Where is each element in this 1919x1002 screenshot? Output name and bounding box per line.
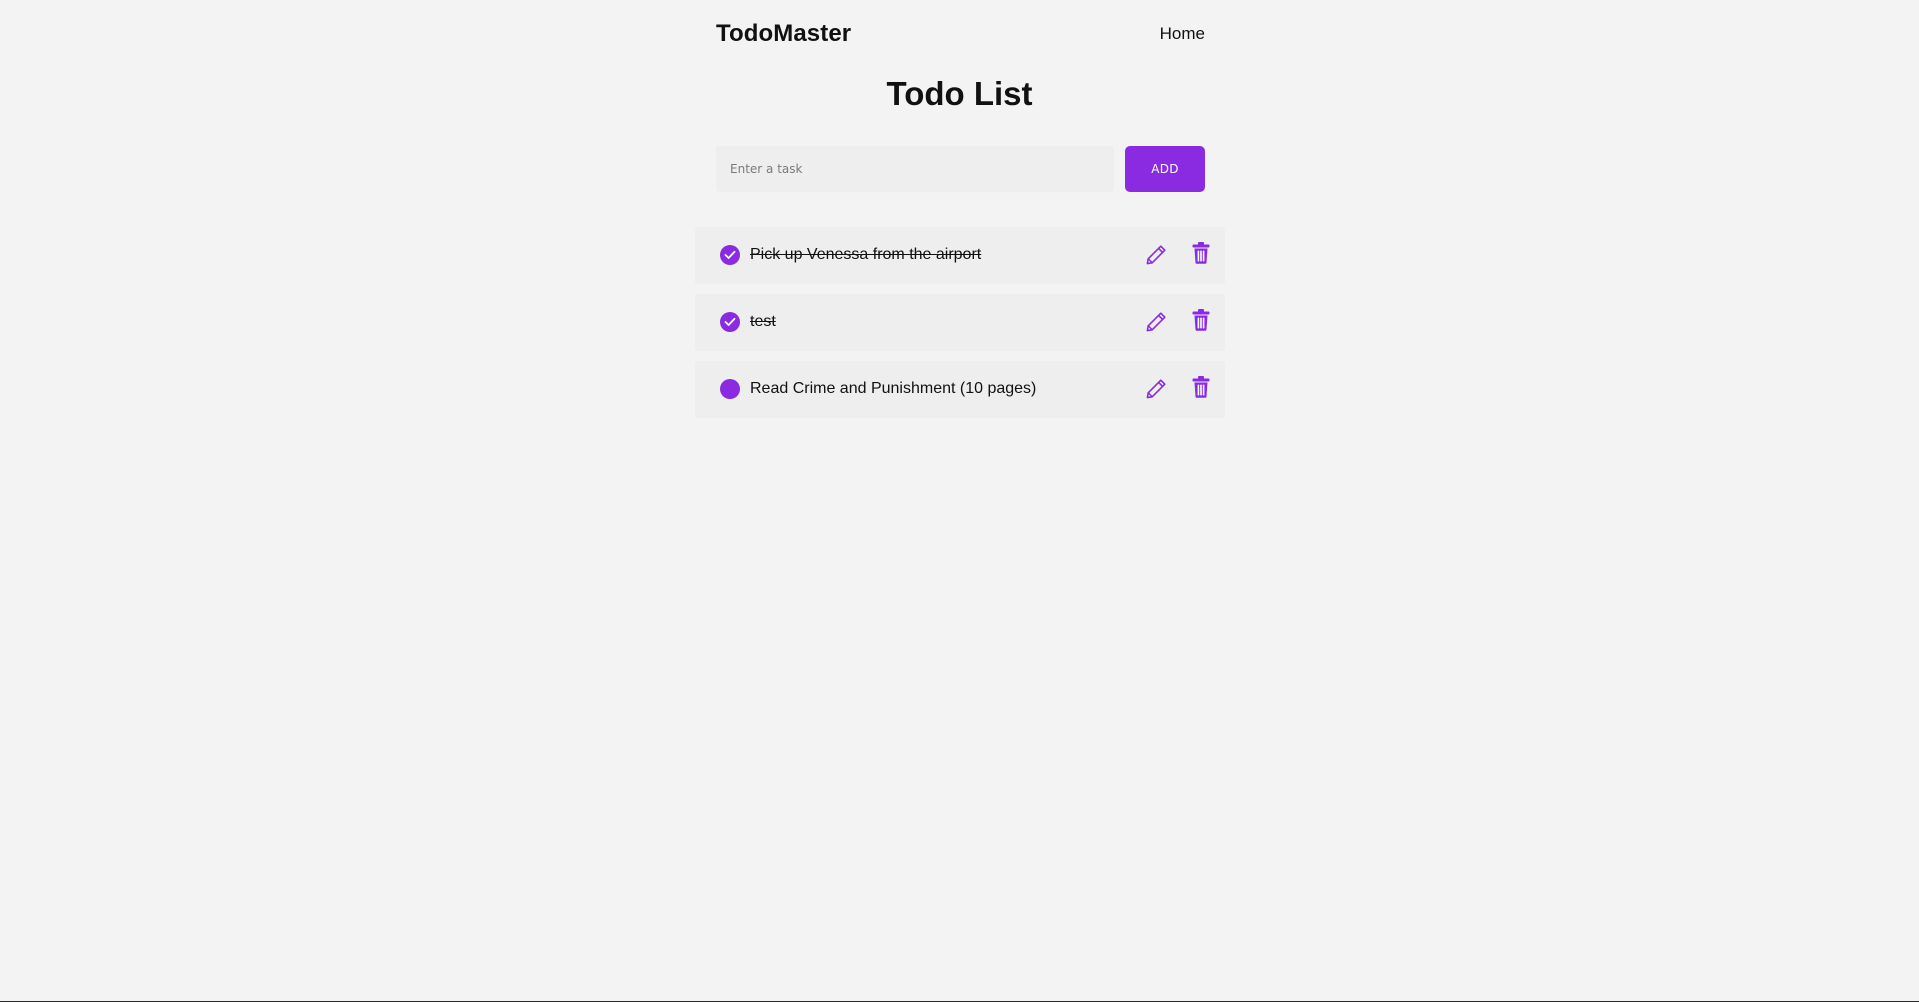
pencil-icon <box>1146 245 1166 265</box>
edit-button[interactable] <box>1144 243 1168 267</box>
trash-icon <box>1192 309 1210 331</box>
delete-button[interactable] <box>1190 241 1212 265</box>
delete-button[interactable] <box>1190 308 1212 332</box>
check-icon <box>724 317 736 326</box>
complete-toggle[interactable] <box>720 379 740 399</box>
add-button[interactable]: ADD <box>1125 146 1205 192</box>
delete-button[interactable] <box>1190 375 1212 399</box>
trash-icon <box>1192 376 1210 398</box>
pencil-icon <box>1146 379 1166 399</box>
trash-icon <box>1192 242 1210 264</box>
todo-item: test <box>695 294 1225 351</box>
todo-list: Pick up Venessa from the airport test Re… <box>695 227 1225 428</box>
add-task-form: ADD <box>716 146 1205 192</box>
edit-button[interactable] <box>1144 310 1168 334</box>
brand-logo-text: TodoMaster <box>716 20 852 47</box>
todo-text: test <box>750 313 776 330</box>
todo-text: Read Crime and Punishment (10 pages) <box>750 380 1037 397</box>
check-icon <box>724 250 736 259</box>
todo-item: Pick up Venessa from the airport <box>695 227 1225 284</box>
task-input[interactable] <box>716 146 1114 192</box>
nav-home-link[interactable]: Home <box>1160 24 1205 44</box>
pencil-icon <box>1146 312 1166 332</box>
top-header: TodoMaster Home <box>716 0 1205 70</box>
page-title: Todo List <box>886 75 1033 112</box>
todo-item: Read Crime and Punishment (10 pages) <box>695 361 1225 418</box>
complete-toggle[interactable] <box>720 245 740 265</box>
edit-button[interactable] <box>1144 377 1168 401</box>
todo-text: Pick up Venessa from the airport <box>750 246 982 263</box>
complete-toggle[interactable] <box>720 312 740 332</box>
